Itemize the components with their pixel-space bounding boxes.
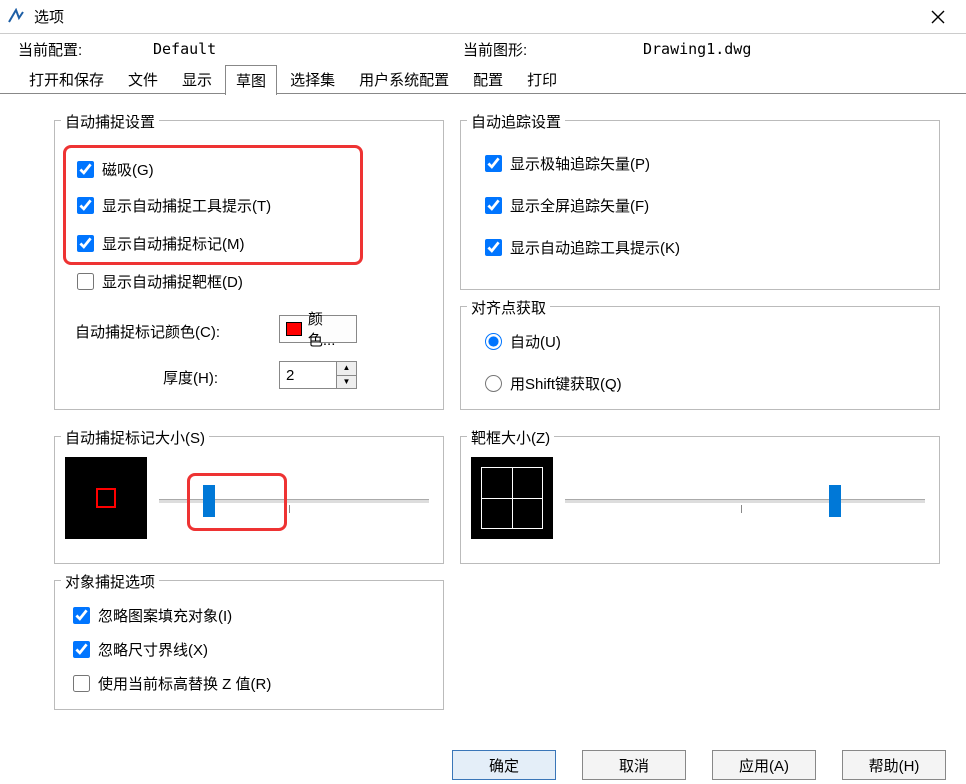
tab-file[interactable]: 文件	[117, 64, 169, 94]
thickness-input[interactable]	[280, 362, 336, 388]
checkbox-track-tooltip[interactable]: 显示自动追踪工具提示(K)	[485, 237, 680, 258]
tab-strip: 打开和保存 文件 显示 草图 选择集 用户系统配置 配置 打印	[0, 64, 966, 94]
legend-objsnap: 对象捕捉选项	[61, 571, 159, 592]
checkbox-ignore-dim-input[interactable]	[73, 641, 90, 658]
checkbox-replace-z-label: 使用当前标高替换 Z 值(R)	[98, 673, 271, 694]
value-current-profile: Default	[153, 40, 463, 58]
radio-auto-label: 自动(U)	[510, 331, 561, 352]
checkbox-snap-tooltip[interactable]: 显示自动捕捉工具提示(T)	[77, 195, 271, 216]
checkbox-polar-track[interactable]: 显示极轴追踪矢量(P)	[485, 153, 650, 174]
apply-button[interactable]: 应用(A)	[712, 750, 816, 780]
legend-marker-size: 自动捕捉标记大小(S)	[61, 427, 209, 448]
checkbox-ignore-hatch-input[interactable]	[73, 607, 90, 624]
checkbox-track-tooltip-input[interactable]	[485, 239, 502, 256]
checkbox-polar-track-label: 显示极轴追踪矢量(P)	[510, 153, 650, 174]
color-button[interactable]: 颜色...	[279, 315, 357, 343]
checkbox-snap-aperture[interactable]: 显示自动捕捉靶框(D)	[77, 271, 243, 292]
tab-open-save[interactable]: 打开和保存	[18, 64, 115, 94]
radio-auto-input[interactable]	[485, 333, 502, 350]
label-marker-color: 自动捕捉标记颜色(C):	[75, 321, 220, 342]
tab-display[interactable]: 显示	[171, 64, 223, 94]
checkbox-polar-track-input[interactable]	[485, 155, 502, 172]
checkbox-replace-z[interactable]: 使用当前标高替换 Z 值(R)	[73, 673, 271, 694]
checkbox-track-tooltip-label: 显示自动追踪工具提示(K)	[510, 237, 680, 258]
aperture-size-slider-thumb[interactable]	[829, 485, 841, 517]
checkbox-magnet[interactable]: 磁吸(G)	[77, 159, 154, 180]
close-button[interactable]	[916, 2, 960, 32]
tab-config[interactable]: 配置	[462, 64, 514, 94]
button-row: 确定 取消 应用(A) 帮助(H)	[452, 750, 946, 780]
checkbox-magnet-input[interactable]	[77, 161, 94, 178]
checkbox-snap-marker[interactable]: 显示自动捕捉标记(M)	[77, 233, 245, 254]
legend-autosnap: 自动捕捉设置	[61, 111, 159, 132]
value-current-drawing: Drawing1.dwg	[643, 40, 751, 58]
group-autosnap: 自动捕捉设置 磁吸(G) 显示自动捕捉工具提示(T) 显示自动捕捉标记(M) 显…	[54, 120, 444, 410]
checkbox-snap-aperture-label: 显示自动捕捉靶框(D)	[102, 271, 243, 292]
slider-tick	[289, 505, 290, 513]
app-icon	[6, 7, 26, 27]
legend-alignment: 对齐点获取	[467, 297, 550, 318]
thickness-spinner[interactable]: ▲ ▼	[279, 361, 357, 389]
group-marker-size: 自动捕捉标记大小(S)	[54, 436, 444, 564]
marker-preview	[65, 457, 147, 539]
window-title: 选项	[34, 6, 64, 27]
highlight-marker-slider	[187, 473, 287, 531]
tab-selection[interactable]: 选择集	[279, 64, 346, 94]
checkbox-ignore-dim-label: 忽略尺寸界线(X)	[98, 639, 208, 660]
checkbox-ignore-hatch-label: 忽略图案填充对象(I)	[98, 605, 232, 626]
checkbox-snap-marker-input[interactable]	[77, 235, 94, 252]
aperture-preview	[471, 457, 553, 539]
radio-shift-input[interactable]	[485, 375, 502, 392]
marker-preview-square	[96, 488, 116, 508]
checkbox-snap-tooltip-input[interactable]	[77, 197, 94, 214]
label-current-drawing: 当前图形:	[463, 39, 643, 60]
checkbox-magnet-label: 磁吸(G)	[102, 159, 154, 180]
checkbox-fullscreen-track-input[interactable]	[485, 197, 502, 214]
tab-user-prefs[interactable]: 用户系统配置	[348, 64, 460, 94]
help-button[interactable]: 帮助(H)	[842, 750, 946, 780]
group-aperture-size: 靶框大小(Z)	[460, 436, 940, 564]
label-current-profile: 当前配置:	[18, 39, 153, 60]
checkbox-fullscreen-track[interactable]: 显示全屏追踪矢量(F)	[485, 195, 649, 216]
radio-auto[interactable]: 自动(U)	[485, 331, 561, 352]
tab-print[interactable]: 打印	[516, 64, 568, 94]
tab-draft[interactable]: 草图	[225, 65, 277, 95]
group-objsnap: 对象捕捉选项 忽略图案填充对象(I) 忽略尺寸界线(X) 使用当前标高替换 Z …	[54, 580, 444, 710]
thickness-spin-down[interactable]: ▼	[337, 376, 356, 389]
aperture-slider-tick	[741, 505, 742, 513]
radio-shift[interactable]: 用Shift键获取(Q)	[485, 373, 622, 394]
legend-autotrack: 自动追踪设置	[467, 111, 565, 132]
tab-content: 自动捕捉设置 磁吸(G) 显示自动捕捉工具提示(T) 显示自动捕捉标记(M) 显…	[0, 94, 966, 734]
checkbox-snap-aperture-input[interactable]	[77, 273, 94, 290]
checkbox-ignore-dim[interactable]: 忽略尺寸界线(X)	[73, 639, 208, 660]
titlebar: 选项	[0, 0, 966, 34]
aperture-size-slider-track[interactable]	[565, 499, 925, 503]
cancel-button[interactable]: 取消	[582, 750, 686, 780]
thickness-spin-up[interactable]: ▲	[337, 362, 356, 376]
checkbox-snap-tooltip-label: 显示自动捕捉工具提示(T)	[102, 195, 271, 216]
checkbox-fullscreen-track-label: 显示全屏追踪矢量(F)	[510, 195, 649, 216]
checkbox-replace-z-input[interactable]	[73, 675, 90, 692]
color-button-label: 颜色...	[308, 308, 350, 350]
legend-aperture-size: 靶框大小(Z)	[467, 427, 554, 448]
color-swatch	[286, 322, 302, 336]
group-autotrack: 自动追踪设置 显示极轴追踪矢量(P) 显示全屏追踪矢量(F) 显示自动追踪工具提…	[460, 120, 940, 290]
ok-button[interactable]: 确定	[452, 750, 556, 780]
checkbox-ignore-hatch[interactable]: 忽略图案填充对象(I)	[73, 605, 232, 626]
config-row: 当前配置: Default 当前图形: Drawing1.dwg	[0, 34, 966, 64]
radio-shift-label: 用Shift键获取(Q)	[510, 373, 622, 394]
label-thickness: 厚度(H):	[163, 367, 218, 388]
group-alignment: 对齐点获取 自动(U) 用Shift键获取(Q)	[460, 306, 940, 410]
checkbox-snap-marker-label: 显示自动捕捉标记(M)	[102, 233, 245, 254]
